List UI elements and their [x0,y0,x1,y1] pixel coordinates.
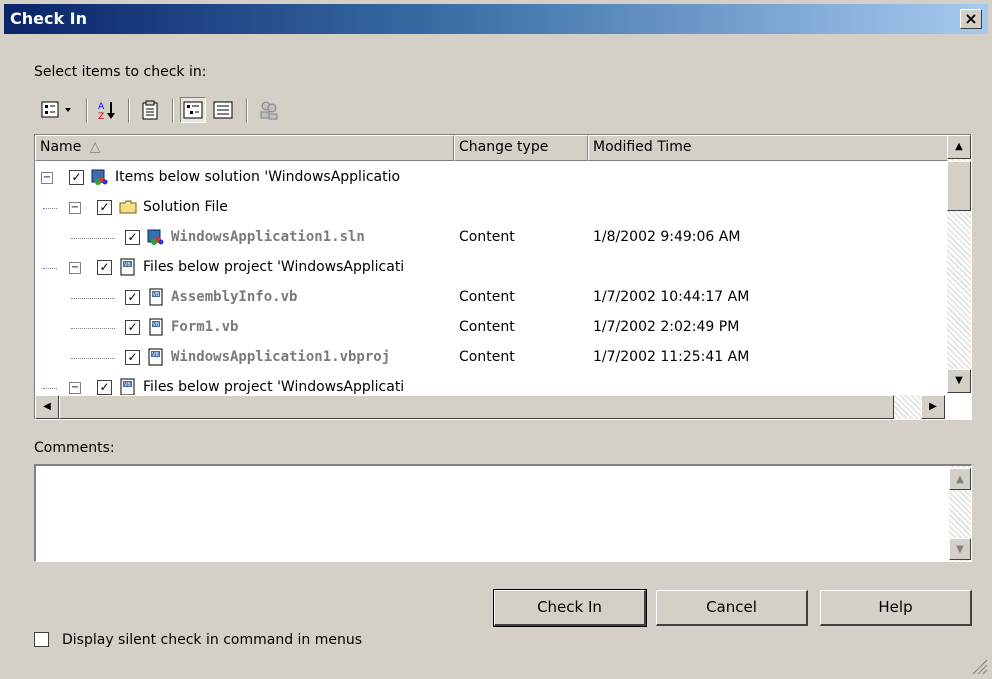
silent-checkin-checkbox[interactable] [34,632,49,647]
item-change-type: Content [459,349,515,365]
options-dropdown-icon [41,101,71,118]
scroll-right-button[interactable]: ▶ [921,395,945,419]
tree-row[interactable]: ✓ VB Form1.vb Content 1/7/2002 2:02:49 PM [35,313,945,343]
expand-collapse-button[interactable]: − [41,172,53,184]
scroll-down-button[interactable]: ▼ [947,369,971,393]
project-icon: VB [119,258,137,276]
svg-text:VB: VB [124,262,131,268]
tree-row[interactable]: ✓ VB AssemblyInfo.vb Content 1/7/2002 10:44:… [35,283,945,313]
item-change-type: Content [459,229,515,245]
comments-scroll-up[interactable]: ▲ [949,468,971,490]
users-icon [260,101,278,120]
comments-label: Comments: [34,440,115,456]
tree-row[interactable]: ✓ WindowsApplication1.sln Content 1/8/2002 … [35,223,945,253]
item-checkbox[interactable]: ✓ [69,170,84,185]
vb-file-icon: VB [147,288,165,306]
help-button[interactable]: Help [820,590,972,626]
project-icon: VB [119,378,137,396]
item-checkbox[interactable]: ✓ [125,230,140,245]
svg-text:VB: VB [153,322,160,328]
svg-text:Z: Z [98,112,104,121]
item-name: WindowsApplication1.sln [171,229,365,245]
item-checkbox[interactable]: ✓ [97,380,112,395]
comments-field[interactable]: ▲ ▼ [34,464,972,562]
column-header-name[interactable]: Name △ [35,135,454,161]
vb-project-icon: VB [147,348,165,366]
item-checkbox[interactable]: ✓ [125,350,140,365]
title-bar: Check In × [4,4,988,34]
item-modified-time: 1/7/2002 11:25:41 AM [593,349,750,365]
expand-collapse-button[interactable]: − [69,262,81,274]
horizontal-scroll-thumb[interactable] [59,395,894,419]
toolbar: AZ [34,93,968,129]
item-name: Items below solution 'WindowsApplicatio [115,169,401,185]
check-in-button[interactable]: Check In [493,589,647,627]
tree-view-button[interactable] [180,97,206,123]
item-checkbox[interactable]: ✓ [125,290,140,305]
item-modified-time: 1/7/2002 10:44:17 AM [593,289,750,305]
solution-icon [91,168,109,186]
expand-collapse-button[interactable]: − [69,202,81,214]
expand-collapse-button[interactable]: − [69,382,81,394]
item-checkbox[interactable]: ✓ [97,200,112,215]
comments-scrollbar[interactable]: ▲ ▼ [949,466,971,561]
tree-row[interactable]: ✓ VB WindowsApplication1.vbproj Content 1/7/… [35,343,945,373]
item-modified-time: 1/8/2002 9:49:06 AM [593,229,741,245]
tree-view-icon [183,101,203,119]
column-header-label: Name [40,139,82,155]
paste-icon [142,100,158,120]
tree-row[interactable]: − ✓ Solution File [35,193,945,223]
cancel-button[interactable]: Cancel [656,590,808,626]
silent-checkin-label: Display silent check in command in menus [62,632,363,648]
svg-text:VB: VB [153,292,160,298]
horizontal-scrollbar[interactable]: ◀ ▶ [35,395,945,419]
item-name: Files below project 'WindowsApplicati [143,379,405,395]
vertical-scrollbar[interactable]: ▲ ▼ [947,135,971,393]
vb-file-icon: VB [147,318,165,336]
tree-row[interactable]: − ✓ Items below solution 'WindowsApplicati… [35,163,945,193]
select-items-label: Select items to check in: [34,64,207,80]
scroll-left-button[interactable]: ◀ [35,395,59,419]
list-view-icon [213,101,233,119]
svg-text:A: A [98,102,105,112]
resize-grip-icon[interactable] [970,657,988,675]
sort-az-icon: AZ [98,102,115,121]
item-change-type: Content [459,319,515,335]
column-header-change-type[interactable]: Change type [454,135,588,161]
svg-text:VB: VB [152,352,159,358]
options-dropdown-button[interactable] [38,97,78,123]
comments-scroll-down[interactable]: ▼ [949,538,971,560]
paste-button[interactable] [138,97,164,123]
sort-button[interactable]: AZ [94,97,120,123]
close-button[interactable]: × [960,9,982,29]
sort-indicator-icon: △ [89,139,101,155]
svg-text:VB: VB [124,382,131,388]
item-name: WindowsApplication1.vbproj [171,349,391,365]
users-button[interactable] [256,97,282,123]
item-name: Solution File [143,199,228,215]
scroll-up-button[interactable]: ▲ [947,135,971,159]
item-checkbox[interactable]: ✓ [97,260,112,275]
item-checkbox[interactable]: ✓ [125,320,140,335]
window-title: Check In [10,9,88,28]
scroll-thumb[interactable] [947,161,971,211]
item-name: Form1.vb [171,319,239,335]
item-change-type: Content [459,289,515,305]
items-list[interactable]: Name △ Change type Modified Time − ✓ Items… [34,134,972,420]
item-name: Files below project 'WindowsApplicati [143,259,405,275]
tree-row[interactable]: − ✓ VB Files below project 'WindowsApplicat… [35,253,945,283]
item-modified-time: 1/7/2002 2:02:49 PM [593,319,740,335]
solution-file-icon [147,228,165,246]
item-name: AssemblyInfo.vb [171,289,298,305]
list-view-button[interactable] [210,97,236,123]
column-header-modified-time[interactable]: Modified Time [588,135,948,161]
folder-icon [119,198,137,216]
